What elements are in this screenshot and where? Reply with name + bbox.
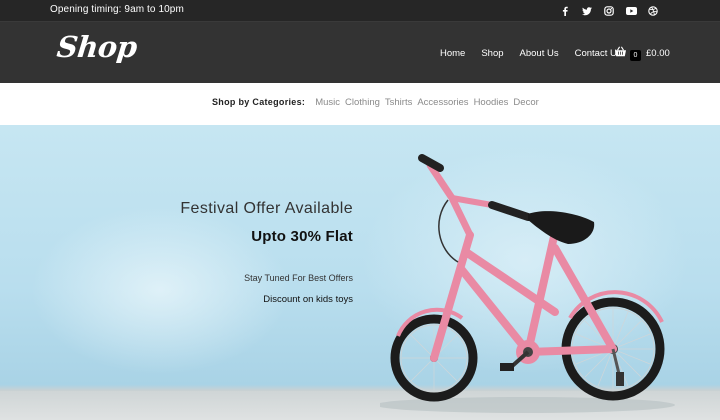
nav-home[interactable]: Home [440,48,465,59]
opening-timing: Opening timing: 9am to 10pm [50,4,184,15]
main-nav: Home Shop About Us Contact Us [440,45,638,61]
category-tshirts[interactable]: Tshirts [385,97,412,108]
facebook-icon[interactable] [558,4,572,18]
site-logo[interactable]: Shop [55,30,138,64]
categories-title: Shop by Categories: [212,97,306,107]
instagram-icon[interactable] [602,4,616,18]
youtube-icon[interactable] [624,4,638,18]
dribbble-icon[interactable] [646,4,660,18]
cart-count-badge: 0 [630,49,641,61]
basket-icon [614,44,627,62]
pink-bicycle-image [380,154,675,413]
twitter-icon[interactable] [580,4,594,18]
category-accessories[interactable]: Accessories [417,97,468,108]
cart-button[interactable]: 0 £0.00 [614,44,670,62]
nav-about-us[interactable]: About Us [520,48,559,59]
top-bar: Opening timing: 9am to 10pm [0,0,720,22]
cart-total: £0.00 [646,47,670,59]
social-links [558,3,660,19]
hero-discount-heading: Upto 30% Flat [251,228,353,245]
category-hoodies[interactable]: Hoodies [474,97,509,108]
hero-offer-heading: Festival Offer Available [180,200,353,217]
category-clothing[interactable]: Clothing [345,97,380,108]
main-header: Shop Home Shop About Us Contact Us 0 £0.… [0,22,720,83]
category-decor[interactable]: Decor [513,97,538,108]
hero-discount-link[interactable]: Discount on kids toys [263,294,353,305]
category-music[interactable]: Music [315,97,340,108]
categories-bar: Shop by Categories: Music Clothing Tshir… [0,83,720,125]
nav-shop[interactable]: Shop [481,48,503,59]
hero-subtext: Stay Tuned For Best Offers [244,273,353,283]
